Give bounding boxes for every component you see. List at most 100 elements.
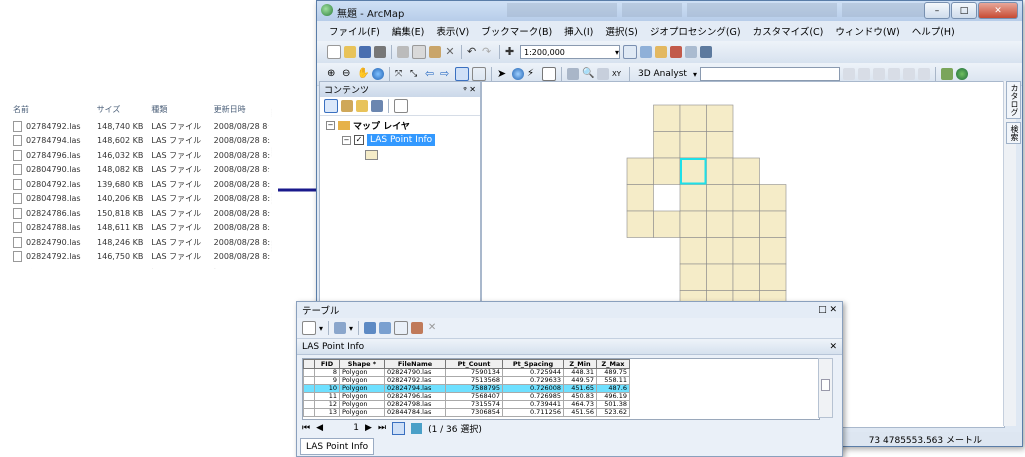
clear-selection-icon[interactable] xyxy=(394,321,409,335)
paste-icon[interactable] xyxy=(429,46,441,58)
first-record-icon[interactable]: ⏮ xyxy=(302,423,310,433)
go-to-xy-icon[interactable]: XY xyxy=(612,68,624,80)
file-row[interactable]: 02784794.las 148,602 KB LAS ファイル 2008/08/28… xyxy=(10,134,272,149)
row-selector[interactable] xyxy=(303,384,315,393)
las-footprint-polygon[interactable] xyxy=(626,157,654,185)
show-selected-records-icon[interactable] xyxy=(411,422,423,434)
las-footprint-polygon[interactable] xyxy=(706,157,734,185)
las-footprint-polygon[interactable] xyxy=(706,263,734,291)
las-footprint-polygon[interactable] xyxy=(706,104,734,132)
column-name[interactable]: 名前 xyxy=(10,104,97,115)
interpolate-line-icon[interactable] xyxy=(902,68,915,80)
python-window-icon[interactable] xyxy=(700,46,712,58)
menu-insert[interactable]: 挿入(I) xyxy=(564,24,593,38)
menu-windows[interactable]: ウィンドウ(W) xyxy=(835,24,899,38)
3d-analyst-layer-select[interactable] xyxy=(699,67,840,81)
las-footprint-polygon[interactable] xyxy=(706,210,734,238)
table-bottom-tab[interactable]: LAS Point Info xyxy=(300,438,375,455)
row-selector[interactable] xyxy=(303,392,315,401)
editor-toolbar-icon[interactable] xyxy=(623,45,637,59)
menu-file[interactable]: ファイル(F) xyxy=(329,24,380,38)
previous-record-icon[interactable]: ◀ xyxy=(316,423,323,433)
file-row[interactable]: 02824792.las 146,750 KB LAS ファイル 2008/08/28… xyxy=(10,250,272,265)
las-footprint-polygon[interactable] xyxy=(679,237,707,265)
interpolate-point-icon[interactable] xyxy=(887,68,900,80)
collapse-icon[interactable]: − xyxy=(326,121,335,130)
forward-extent-icon[interactable]: ⇨ xyxy=(440,68,452,80)
arctoolbox-icon[interactable] xyxy=(685,46,697,58)
las-footprint-polygon[interactable] xyxy=(653,210,681,238)
search-tab[interactable]: 検索 xyxy=(1006,122,1021,144)
las-footprint-polygon[interactable] xyxy=(732,157,760,185)
table-cell[interactable]: Polygon xyxy=(339,408,385,417)
toc-layer-row[interactable]: − ✓ LAS Point Info xyxy=(342,134,436,146)
table-cell[interactable]: 451.56 xyxy=(563,408,597,417)
table-of-contents-icon[interactable] xyxy=(640,46,652,58)
column-type[interactable]: 種類 xyxy=(147,104,213,115)
menu-view[interactable]: 表示(V) xyxy=(436,24,469,38)
list-by-visibility-icon[interactable] xyxy=(356,100,368,112)
las-dataset-icon[interactable] xyxy=(940,68,953,80)
hyperlink-icon[interactable]: ⚡ xyxy=(527,68,539,80)
table-row[interactable]: 13 Polygon 02844784.las 7306854 0.711256 451.… xyxy=(303,408,630,417)
find-icon[interactable]: 🔍 xyxy=(582,68,594,80)
catalog-tab[interactable]: カタログ xyxy=(1006,81,1021,119)
las-footprint-polygon[interactable] xyxy=(679,263,707,291)
line-of-sight-icon[interactable] xyxy=(872,68,885,80)
3d-analyst-dropdown[interactable]: 3D Analyst xyxy=(638,69,687,79)
add-data-icon[interactable]: ✚ xyxy=(505,46,517,58)
search-window-icon[interactable] xyxy=(670,46,682,58)
las-footprint-polygon[interactable] xyxy=(679,104,707,132)
las-footprint-polygon[interactable] xyxy=(679,157,707,185)
column-header[interactable]: FileName xyxy=(384,359,446,369)
las-footprint-polygon[interactable] xyxy=(759,210,787,238)
las-footprint-polygon[interactable] xyxy=(679,131,707,159)
table-vertical-scrollbar[interactable] xyxy=(818,358,833,418)
menu-geoprocessing[interactable]: ジオプロセシング(G) xyxy=(650,24,741,38)
column-header[interactable]: Z_Max xyxy=(596,359,630,369)
fixed-zoom-out-icon[interactable]: ⤡ xyxy=(410,68,422,80)
last-record-icon[interactable]: ⏭ xyxy=(378,423,386,433)
select-features-icon[interactable] xyxy=(455,67,469,81)
next-record-icon[interactable]: ▶ xyxy=(365,423,372,433)
full-extent-icon[interactable] xyxy=(372,68,384,80)
file-row[interactable]: 02824788.las 148,611 KB LAS ファイル 2008/08/28… xyxy=(10,221,272,236)
create-contour-icon[interactable] xyxy=(842,68,855,80)
las-footprint-polygon[interactable] xyxy=(759,263,787,291)
map-scale-dropdown[interactable]: 1:200,000 ▾ xyxy=(520,45,620,59)
file-row[interactable]: 02804798.las 140,206 KB LAS ファイル 2008/08/28… xyxy=(10,192,272,207)
html-popup-icon[interactable] xyxy=(542,67,556,81)
close-button[interactable]: ✕ xyxy=(978,2,1018,19)
zoom-in-icon[interactable]: ⊕ xyxy=(327,68,339,80)
clear-selection-icon[interactable] xyxy=(472,67,486,81)
table-cell[interactable]: 523.62 xyxy=(596,408,630,417)
copy-icon[interactable] xyxy=(412,45,426,59)
las-footprint-polygon[interactable] xyxy=(732,210,760,238)
maximize-button[interactable]: □ xyxy=(951,2,977,19)
scroll-thumb[interactable] xyxy=(821,379,830,391)
las-footprint-polygon[interactable] xyxy=(653,104,681,132)
las-footprint-polygon[interactable] xyxy=(706,237,734,265)
profile-graph-icon[interactable] xyxy=(917,68,930,80)
measure-icon[interactable] xyxy=(567,68,579,80)
back-extent-icon[interactable]: ⇦ xyxy=(425,68,437,80)
file-row[interactable]: 02824786.las 150,818 KB LAS ファイル 2008/08/28… xyxy=(10,206,272,221)
switch-selection-icon[interactable] xyxy=(379,322,392,334)
file-row[interactable]: 02784796.las 146,032 KB LAS ファイル 2008/08/28… xyxy=(10,148,272,163)
las-footprint-polygon[interactable] xyxy=(679,210,707,238)
menu-selection[interactable]: 選択(S) xyxy=(605,24,637,38)
menu-edit[interactable]: 編集(E) xyxy=(392,24,424,38)
toc-layer-label[interactable]: LAS Point Info xyxy=(367,134,436,146)
column-date[interactable]: 更新日時 xyxy=(214,104,272,115)
undo-icon[interactable]: ↶ xyxy=(467,46,479,58)
column-header[interactable]: Z_Min xyxy=(563,359,597,369)
related-tables-icon[interactable] xyxy=(334,322,347,334)
list-by-drawing-order-icon[interactable] xyxy=(324,99,338,113)
column-header[interactable]: Pt_Count xyxy=(445,359,503,369)
file-row[interactable]: 02784792.las 148,740 KB LAS ファイル 2008/08/28… xyxy=(10,119,272,134)
catalog-icon[interactable] xyxy=(655,46,667,58)
redo-icon[interactable]: ↷ xyxy=(482,46,494,58)
select-elements-icon[interactable]: ➤ xyxy=(497,68,509,80)
delete-icon[interactable]: ✕ xyxy=(444,46,456,58)
table-cell[interactable]: 02844784.las xyxy=(384,408,446,417)
